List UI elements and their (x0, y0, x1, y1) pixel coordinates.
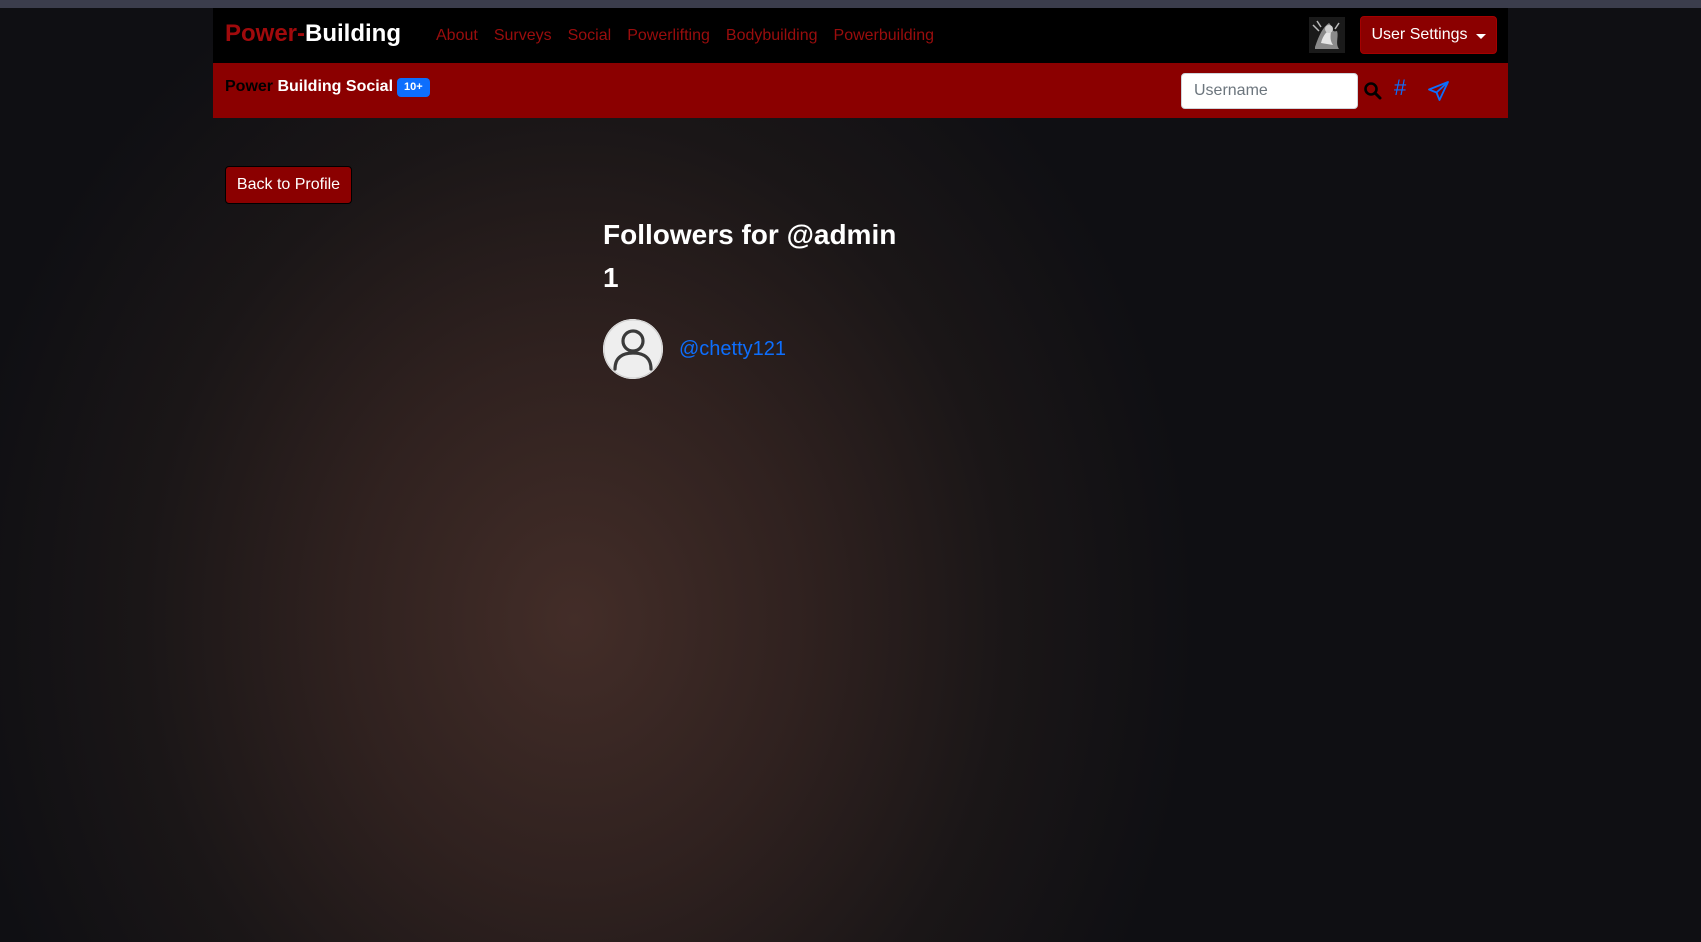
nav-link-surveys[interactable]: Surveys (494, 27, 552, 45)
nav-link-bodybuilding[interactable]: Bodybuilding (726, 27, 818, 45)
user-settings-label: User Settings (1371, 26, 1468, 43)
brand-part-power: Power- (225, 20, 306, 47)
caret-down-icon (1475, 33, 1486, 39)
nav-link-powerlifting[interactable]: Powerlifting (627, 27, 710, 45)
brand-part-building: Building (305, 20, 401, 47)
avatar-image (1309, 17, 1345, 53)
nav-link-social[interactable]: Social (568, 27, 612, 45)
back-to-profile-button[interactable]: Back to Profile (225, 166, 352, 204)
social-brand-power: Power (225, 78, 274, 95)
browser-top-strip (0, 0, 1701, 8)
user-avatar-thumbnail[interactable] (1309, 17, 1345, 53)
notification-badge[interactable]: 10+ (397, 78, 430, 97)
follower-list-item: @chetty121 (603, 319, 786, 379)
social-subbar: Power Building Social 10+ # (213, 63, 1508, 118)
follower-username-link[interactable]: @chetty121 (679, 338, 786, 361)
followers-count: 1 (603, 262, 619, 293)
user-avatar-icon[interactable] (603, 319, 663, 379)
page-title: Followers for @admin (603, 219, 897, 250)
send-icon[interactable] (1427, 79, 1451, 103)
search-icon[interactable] (1360, 78, 1386, 104)
nav-link-about[interactable]: About (436, 27, 478, 45)
brand-logo[interactable]: Power-Building (225, 20, 401, 48)
nav-links: About Surveys Social Powerlifting Bodybu… (436, 27, 950, 45)
username-search-input[interactable] (1181, 73, 1358, 109)
social-brand-building-social: Building Social (273, 78, 394, 95)
main-navbar: Power-Building About Surveys Social Powe… (213, 8, 1508, 63)
social-brand[interactable]: Power Building Social (225, 78, 393, 96)
user-settings-button[interactable]: User Settings (1360, 16, 1497, 54)
nav-link-powerbuilding[interactable]: Powerbuilding (834, 27, 935, 45)
hashtag-icon[interactable]: # (1394, 75, 1406, 101)
